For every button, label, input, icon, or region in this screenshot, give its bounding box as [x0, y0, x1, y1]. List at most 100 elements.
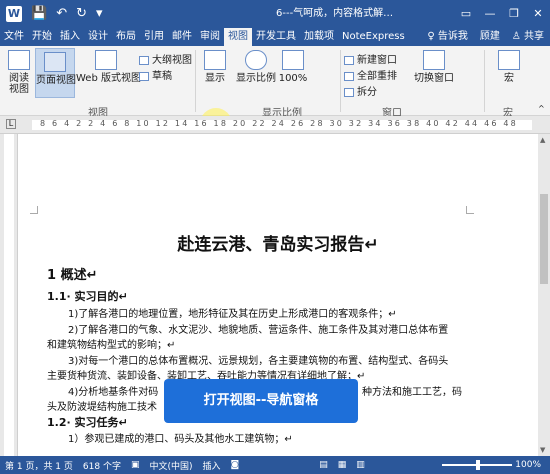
- status-bar: 第 1 页，共 1 页 618 个字 ▣ 中文(中国) 插入 ◙ ▤ ▦ ▥ 1…: [0, 456, 550, 474]
- subsection-heading: 1.1· 实习目的↵: [47, 290, 128, 303]
- window-controls: ▭ — ❐ ✕: [454, 0, 550, 28]
- draft-button[interactable]: 草稿: [139, 67, 172, 82]
- tab-mailings[interactable]: 邮件: [168, 28, 196, 46]
- tab-addins[interactable]: 加载项: [300, 28, 338, 46]
- tab-file[interactable]: 文件: [0, 28, 28, 46]
- share-button[interactable]: ♙ 共享: [506, 28, 550, 46]
- minimize-button[interactable]: —: [478, 0, 502, 28]
- language-indicator[interactable]: 中文(中国): [144, 459, 197, 472]
- ribbon-tab-bar: 文件 开始 插入 设计 布局 引用 邮件 审阅 视图 开发工具 加载项 Note…: [0, 28, 550, 46]
- switch-windows-button[interactable]: 切换窗口: [410, 50, 458, 84]
- margin-corner-mark: [30, 206, 38, 214]
- paragraph-line: 3)对每一个港口的总体布置概况、远景规划，各主要建筑物的布置、结构型式、各码头: [68, 356, 449, 367]
- zoom-level[interactable]: 100%: [510, 456, 546, 474]
- paragraph-line: 种方法和施工工艺，码: [362, 387, 462, 398]
- show-button[interactable]: 显示: [200, 50, 230, 84]
- show-icon: [204, 50, 226, 70]
- tab-layout[interactable]: 布局: [112, 28, 140, 46]
- page-count[interactable]: 第 1 页，共 1 页: [0, 459, 78, 472]
- zoom-label: 显示比例: [236, 73, 276, 84]
- scroll-down-icon[interactable]: ▼: [540, 446, 545, 454]
- split-button[interactable]: 拆分: [344, 83, 377, 98]
- tab-insert[interactable]: 插入: [56, 28, 84, 46]
- ruler-numbers: 8 6 4 2 2 4 6 8 10 12 14 16 18 20 22 24 …: [40, 119, 518, 128]
- scrollbar-thumb[interactable]: [540, 194, 548, 284]
- magnifier-icon: [245, 50, 267, 70]
- macros-button[interactable]: 宏: [494, 50, 524, 84]
- tab-developer[interactable]: 开发工具: [252, 28, 300, 46]
- tab-references[interactable]: 引用: [140, 28, 168, 46]
- arrange-all-label: 全部重排: [357, 71, 397, 82]
- show-label: 显示: [205, 73, 225, 84]
- zoom-button[interactable]: 显示比例: [236, 50, 276, 84]
- paragraph-line: 1）参观已建成的港口、码头及其他水工建筑物；↵: [68, 434, 293, 445]
- macro-record-icon[interactable]: ◙: [226, 460, 245, 470]
- subsection-heading: 1.2· 实习任务↵: [47, 416, 128, 429]
- tab-selector-icon[interactable]: L: [6, 119, 16, 129]
- hundred-percent-button[interactable]: 100%: [278, 50, 308, 84]
- word-logo-icon: W: [6, 6, 22, 22]
- tab-home[interactable]: 开始: [28, 28, 56, 46]
- read-mode-icon: [8, 50, 30, 70]
- vertical-scrollbar[interactable]: ▲ ▼: [538, 134, 550, 456]
- tab-review[interactable]: 审阅: [196, 28, 224, 46]
- scroll-up-icon[interactable]: ▲: [540, 136, 545, 144]
- read-mode-button[interactable]: 阅读 视图: [4, 50, 34, 95]
- web-layout-icon: [95, 50, 117, 70]
- draft-icon: [139, 71, 149, 81]
- close-button[interactable]: ✕: [526, 0, 550, 28]
- web-layout-button[interactable]: Web 版式视图: [76, 50, 141, 84]
- draft-label: 草稿: [152, 71, 172, 82]
- web-layout-view-icon[interactable]: ▥: [351, 460, 370, 470]
- caption-overlay: 打开视图--导航窗格: [164, 379, 358, 423]
- customize-qat-icon[interactable]: ▾: [96, 0, 103, 28]
- vertical-ruler[interactable]: [0, 134, 18, 456]
- document-heading: 赴连云港、青岛实习报告↵: [177, 235, 379, 255]
- print-layout-view-icon[interactable]: ▦: [333, 460, 352, 470]
- restore-button[interactable]: ❐: [502, 0, 526, 28]
- section-heading: 1 概述↵: [47, 268, 98, 283]
- ribbon-separator: [340, 50, 341, 112]
- tab-design[interactable]: 设计: [84, 28, 112, 46]
- outline-icon: [139, 55, 149, 65]
- read-mode-label: 阅读 视图: [9, 73, 29, 95]
- macros-label: 宏: [504, 73, 514, 84]
- title-bar: W 💾 ↶ ↻ ▾ 6---气呵成，内容格式解… ▭ — ❐ ✕: [0, 0, 550, 28]
- proofing-icon[interactable]: ▣: [126, 460, 145, 470]
- split-label: 拆分: [357, 87, 377, 98]
- ribbon-display-options-icon[interactable]: ▭: [454, 0, 478, 28]
- tab-right-group: ♀ 告诉我 顾建 ♙ 共享: [421, 28, 550, 46]
- paragraph-line: 4)分析地基条件对码: [68, 387, 159, 398]
- read-mode-view-icon[interactable]: ▤: [314, 460, 333, 470]
- ribbon-separator: [484, 50, 485, 112]
- user-name[interactable]: 顾建: [474, 28, 506, 46]
- hundred-percent-label: 100%: [278, 73, 308, 84]
- new-window-button[interactable]: 新建窗口: [344, 51, 397, 66]
- zoom-slider-knob[interactable]: [476, 460, 480, 470]
- document-title: 6---气呵成，内容格式解…: [276, 8, 394, 19]
- paragraph-line: 1)了解各港口的地理位置，地形特征及其在历史上形成港口的客观条件；↵: [68, 309, 397, 320]
- macros-icon: [498, 50, 520, 70]
- collapse-ribbon-icon[interactable]: ^: [538, 104, 545, 113]
- undo-icon[interactable]: ↶: [56, 0, 67, 28]
- ribbon-view: 阅读 视图 页面视图 Web 版式视图 大纲视图 草稿 视图 显示 显示比例 1…: [0, 46, 550, 140]
- print-layout-icon: [44, 52, 66, 72]
- outline-button[interactable]: 大纲视图: [139, 51, 192, 66]
- redo-icon[interactable]: ↻: [76, 0, 87, 28]
- print-layout-label: 页面视图: [36, 75, 76, 86]
- save-icon[interactable]: 💾: [31, 0, 47, 28]
- print-layout-button[interactable]: 页面视图: [35, 48, 76, 98]
- tab-noteexpress[interactable]: NoteExpress: [338, 28, 409, 46]
- paragraph-line: 头及防波堤结构施工技术: [47, 402, 157, 413]
- margin-corner-mark: [466, 206, 474, 214]
- word-count[interactable]: 618 个字: [78, 459, 126, 472]
- tell-me-search[interactable]: ♀ 告诉我: [421, 28, 474, 46]
- horizontal-ruler[interactable]: L 8 6 4 2 2 4 6 8 10 12 14 16 18 20 22 2…: [0, 116, 550, 134]
- switch-windows-icon: [423, 50, 445, 70]
- new-window-icon: [344, 55, 354, 65]
- outline-label: 大纲视图: [152, 55, 192, 66]
- arrange-all-button[interactable]: 全部重排: [344, 67, 397, 82]
- tab-view[interactable]: 视图: [224, 28, 252, 46]
- insert-mode[interactable]: 插入: [198, 459, 226, 472]
- split-icon: [344, 87, 354, 97]
